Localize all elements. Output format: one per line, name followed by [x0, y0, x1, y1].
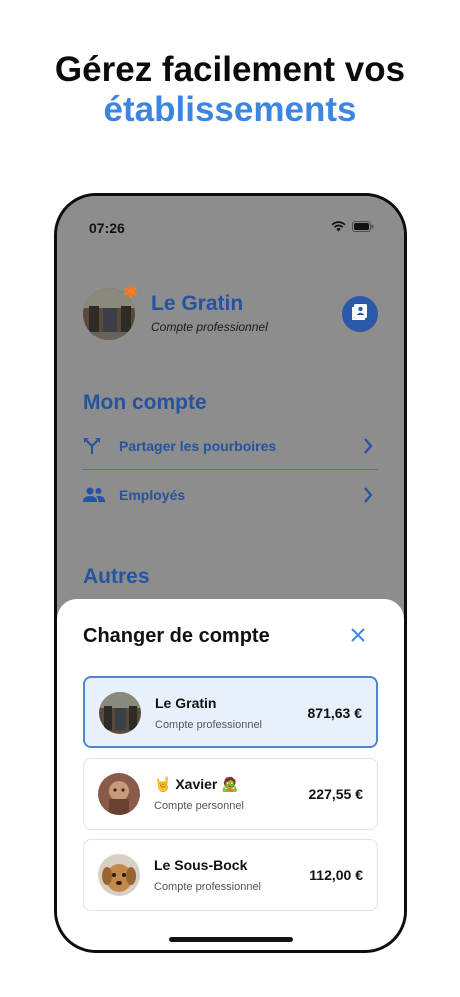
- account-item-le-sous-bock[interactable]: Le Sous-Bock Compte professionnel 112,00…: [83, 839, 378, 911]
- sparkle-icon: ✱: [123, 282, 139, 302]
- contacts-button[interactable]: [342, 296, 378, 332]
- account-switcher-sheet: Changer de compte Le Gratin Compte profe…: [57, 599, 404, 950]
- chevron-right-icon: [358, 487, 378, 503]
- account-item-le-gratin[interactable]: Le Gratin Compte professionnel 871,63 €: [83, 676, 378, 748]
- status-time: 07:26: [89, 220, 125, 236]
- contact-book-icon: [351, 303, 369, 326]
- account-name: 🤘 Xavier 🧟: [154, 776, 239, 792]
- profile-subtitle: Compte professionnel: [151, 320, 268, 334]
- account-balance: 112,00 €: [309, 867, 363, 883]
- wifi-icon: [331, 219, 346, 237]
- menu-item-employes[interactable]: Employés: [83, 472, 378, 518]
- headline-line-2: établissements: [103, 90, 357, 129]
- profile-header: ✱ Le Gratin Compte professionnel: [83, 282, 378, 344]
- account-type: Compte professionnel: [154, 881, 262, 893]
- battery-icon: [352, 219, 374, 237]
- account-type: Compte personnel: [154, 800, 244, 812]
- close-button[interactable]: [348, 627, 368, 647]
- close-icon: [351, 627, 365, 647]
- account-item-xavier[interactable]: 🤘 Xavier 🧟 Compte personnel 227,55 €: [83, 758, 378, 830]
- split-icon: [83, 437, 111, 455]
- section-title-mon-compte: Mon compte: [83, 391, 207, 414]
- menu-divider: [83, 469, 378, 470]
- app-screen: 07:26 ✱ Le Gratin Compte professionnel M…: [57, 196, 404, 950]
- account-avatar: [98, 854, 140, 896]
- phone-frame: 07:26 ✱ Le Gratin Compte professionnel M…: [54, 193, 407, 953]
- menu-item-label: Partager les pourboires: [119, 438, 277, 454]
- account-balance: 871,63 €: [307, 705, 363, 721]
- status-bar: 07:26: [89, 218, 374, 238]
- menu-item-partager-pourboires[interactable]: Partager les pourboires: [83, 423, 378, 469]
- section-title-autres: Autres: [83, 565, 150, 588]
- sheet-title: Changer de compte: [83, 625, 270, 647]
- headline-line-1: Gérez facilement vos: [54, 50, 406, 89]
- account-balance: 227,55 €: [308, 786, 364, 802]
- profile-name: Le Gratin: [151, 292, 244, 315]
- chevron-right-icon: [358, 438, 378, 454]
- home-indicator[interactable]: [169, 937, 293, 942]
- account-type: Compte professionnel: [155, 719, 263, 731]
- account-avatar: [99, 692, 141, 734]
- people-icon: [83, 487, 111, 503]
- account-name: Le Sous-Bock: [154, 857, 248, 873]
- marketing-headline: Gérez facilement vos établissements: [0, 50, 460, 130]
- account-name: Le Gratin: [155, 695, 217, 711]
- account-avatar: [98, 773, 140, 815]
- menu-item-label: Employés: [119, 487, 186, 503]
